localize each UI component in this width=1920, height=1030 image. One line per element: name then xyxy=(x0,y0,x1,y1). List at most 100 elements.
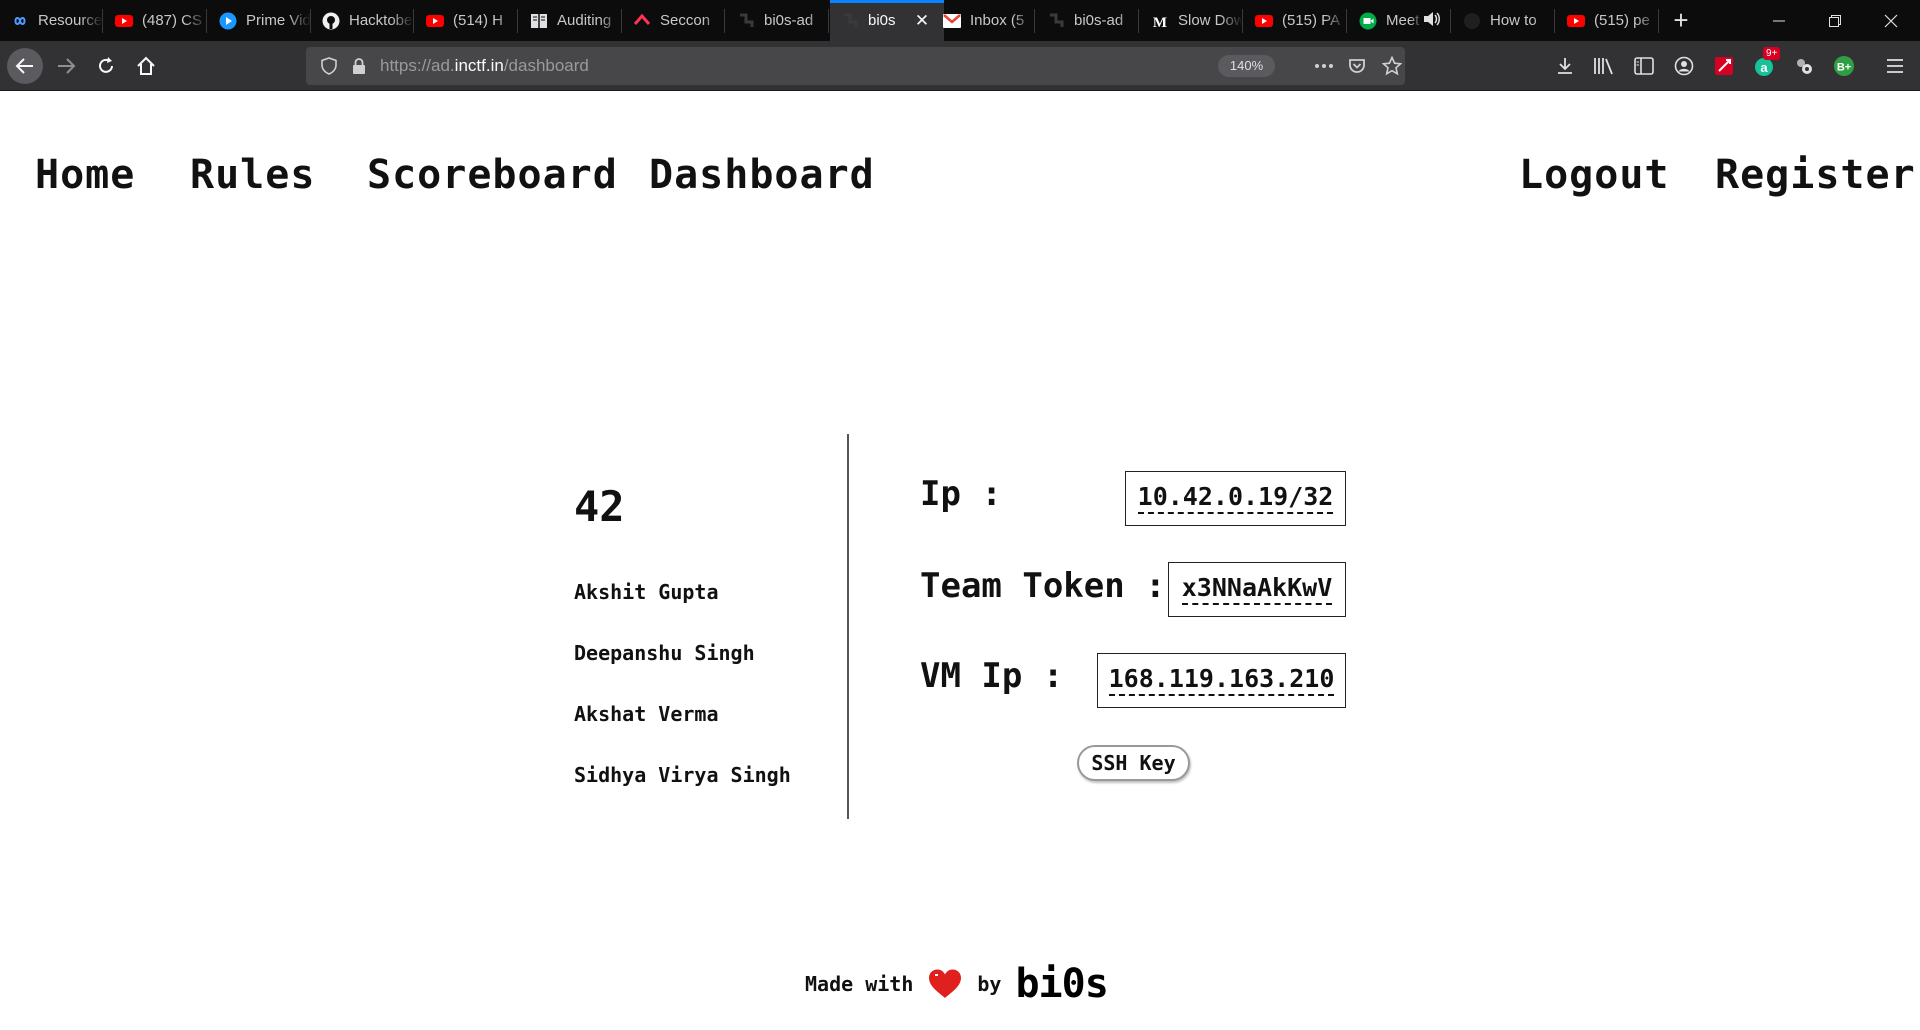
tab-active[interactable]: bi0s ✕ xyxy=(830,0,944,41)
ssh-key-button[interactable]: SSH Key xyxy=(1077,745,1190,781)
team-token-label: Team Token : xyxy=(920,566,1166,606)
address-bar[interactable]: https://ad.inctf.in/dashboard 140% xyxy=(306,47,1405,85)
browser-tab[interactable]: bi0s-ad xyxy=(726,0,829,41)
forward-button[interactable] xyxy=(48,48,84,84)
meet-icon xyxy=(1359,12,1377,30)
team-name: 42 xyxy=(574,482,625,531)
browser-tab[interactable]: Inbox (5 xyxy=(932,0,1035,41)
tab-separator xyxy=(206,9,207,33)
team-member: Akshit Gupta xyxy=(574,580,719,604)
github-icon xyxy=(322,12,340,30)
close-tab-icon[interactable]: ✕ xyxy=(912,11,932,31)
browser-tab[interactable]: Meet xyxy=(1348,0,1451,41)
arrow-left-icon xyxy=(15,58,33,74)
browser-tab[interactable]: bi0s-ad xyxy=(1036,0,1139,41)
seccon-icon xyxy=(633,12,651,30)
browser-tab[interactable]: Seccon xyxy=(622,0,725,41)
browser-tab[interactable]: M Slow Dow xyxy=(1140,0,1243,41)
extension-grammarly-icon[interactable]: a 9+ xyxy=(1751,47,1781,79)
tab-separator xyxy=(724,9,725,33)
url-text[interactable]: https://ad.inctf.in/dashboard xyxy=(380,56,589,76)
tab-title: How to xyxy=(1490,12,1537,29)
browser-tab[interactable]: Resources xyxy=(0,0,103,41)
youtube-icon xyxy=(1255,12,1273,30)
ip-label: Ip : xyxy=(920,474,1002,514)
team-member: Akshat Verma xyxy=(574,702,719,726)
restore-icon xyxy=(1829,14,1841,27)
ip-value-box[interactable]: 10.42.0.19/32 xyxy=(1125,471,1346,526)
extension-puzzle-icon[interactable] xyxy=(1791,53,1817,79)
team-member: Sidhya Virya Singh xyxy=(574,763,791,787)
vm-ip-value: 168.119.163.210 xyxy=(1108,665,1335,697)
nav-register-link[interactable]: Register xyxy=(1715,152,1916,198)
tab-title: Slow Dow xyxy=(1178,12,1243,29)
tab-title: Meet xyxy=(1386,12,1420,29)
browser-tab[interactable]: (515) PA xyxy=(1244,0,1347,41)
arrow-right-icon xyxy=(58,58,76,74)
back-button[interactable] xyxy=(7,48,43,84)
bi0s-logo: bi0s xyxy=(1015,961,1108,1007)
tab-title: bi0s-ad xyxy=(764,12,814,29)
browser-tab[interactable]: (487) CS xyxy=(104,0,207,41)
speaker-icon[interactable] xyxy=(1423,11,1441,31)
new-tab-button[interactable]: + xyxy=(1664,0,1698,41)
close-icon xyxy=(1884,14,1898,27)
tab-separator xyxy=(1554,9,1555,33)
team-token-box[interactable]: x3NNaAkKwV xyxy=(1168,562,1346,617)
home-button[interactable] xyxy=(128,48,164,84)
footer: Made with by bi0s xyxy=(805,961,1109,1007)
browser-tab[interactable]: Auditing xyxy=(519,0,622,41)
downloads-icon[interactable] xyxy=(1552,53,1578,79)
pocket-icon[interactable] xyxy=(1346,55,1368,77)
bi0s-icon xyxy=(841,12,859,30)
nav-logout-link[interactable]: Logout xyxy=(1519,152,1670,198)
close-window-button[interactable] xyxy=(1868,0,1914,41)
tab-title: (514) H xyxy=(453,12,504,29)
footer-by: by xyxy=(977,972,1002,996)
svg-text:B+: B+ xyxy=(1837,62,1851,74)
nav-dashboard-link[interactable]: Dashboard xyxy=(649,152,875,198)
lock-icon[interactable] xyxy=(348,55,370,77)
reload-button[interactable] xyxy=(88,48,124,84)
nav-scoreboard-link[interactable]: Scoreboard xyxy=(367,152,618,198)
sidebar-icon[interactable] xyxy=(1631,53,1657,79)
nav-rules-link[interactable]: Rules xyxy=(190,152,315,198)
tab-separator xyxy=(1658,9,1659,33)
library-icon[interactable] xyxy=(1591,53,1617,79)
vm-ip-box[interactable]: 168.119.163.210 xyxy=(1097,653,1346,708)
tab-title: bi0s-ad xyxy=(1074,12,1124,29)
tab-title: bi0s xyxy=(868,12,896,29)
tab-strip: Resources (487) CS Prime Video Hacktoberfes… xyxy=(0,0,1920,41)
tab-title: Seccon xyxy=(660,12,711,29)
tab-separator xyxy=(517,9,518,33)
youtube-icon xyxy=(426,12,444,30)
tab-separator xyxy=(1242,9,1243,33)
extension-green-icon[interactable]: B+ xyxy=(1831,53,1857,79)
shield-icon[interactable] xyxy=(318,55,340,77)
menu-icon[interactable] xyxy=(1882,53,1908,79)
browser-tab[interactable]: How to xyxy=(1452,0,1555,41)
tab-title: (515) PA xyxy=(1282,12,1341,29)
bookmark-star-icon[interactable] xyxy=(1381,55,1403,77)
minimize-icon xyxy=(1773,20,1785,21)
tab-separator xyxy=(102,9,103,33)
heart-icon xyxy=(929,969,962,998)
zoom-indicator[interactable]: 140% xyxy=(1218,55,1275,77)
prime-video-icon xyxy=(219,12,237,30)
tab-title: Auditing xyxy=(557,12,612,29)
bi0s-icon xyxy=(737,12,755,30)
restore-button[interactable] xyxy=(1812,0,1858,41)
book-icon xyxy=(530,12,548,30)
browser-tab[interactable]: Prime Video xyxy=(208,0,311,41)
page-actions-icon[interactable] xyxy=(1312,55,1336,77)
account-icon[interactable] xyxy=(1671,53,1697,79)
browser-tab[interactable]: Hacktoberfest xyxy=(311,0,414,41)
browser-tab[interactable]: (514) H xyxy=(415,0,518,41)
browser-toolbar: https://ad.inctf.in/dashboard 140% a 9+ … xyxy=(0,41,1920,91)
minimize-button[interactable] xyxy=(1756,0,1802,41)
browser-tab[interactable]: (515) pe xyxy=(1556,0,1659,41)
nav-home-link[interactable]: Home xyxy=(35,152,135,198)
team-member: Deepanshu Singh xyxy=(574,641,755,665)
tab-separator xyxy=(828,9,829,33)
extension-red-icon[interactable] xyxy=(1711,53,1737,79)
